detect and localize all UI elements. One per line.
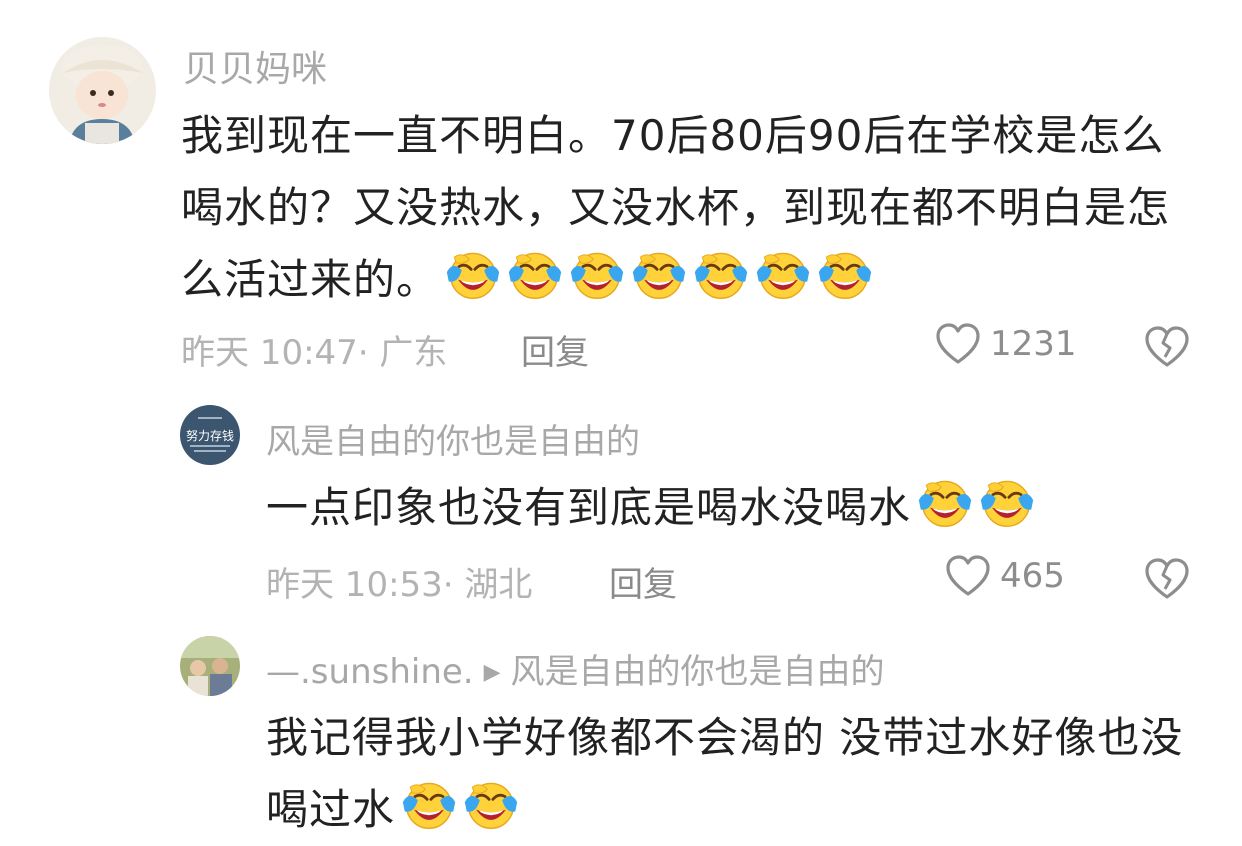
avatar[interactable] <box>49 37 156 144</box>
comment-text: 我记得我小学好像都不会渴的 没带过水好像也没喝过水 <box>266 702 1206 846</box>
reply-arrow-icon: ▶ <box>483 660 501 685</box>
username[interactable]: —.sunshine. <box>266 652 474 692</box>
username[interactable]: 风是自由的你也是自由的 <box>266 414 640 463</box>
username[interactable]: 贝贝妈咪 <box>183 40 327 92</box>
reply-button[interactable]: 回复 <box>521 325 589 374</box>
avatar[interactable]: 努力存钱 <box>180 405 240 465</box>
heart-icon <box>944 554 992 598</box>
username-line: —.sunshine. ▶ 风是自由的你也是自由的 <box>266 644 885 693</box>
laughing-crying-emoji-icon <box>631 246 687 302</box>
reply-to-username[interactable]: 风是自由的你也是自由的 <box>511 652 885 692</box>
laughing-crying-emoji-icon <box>817 246 873 302</box>
laughing-crying-emoji-icon <box>401 776 457 832</box>
like-button[interactable]: 1231 <box>934 322 1077 366</box>
comment-text: 一点印象也没有到底是喝水没喝水 <box>266 472 1196 544</box>
emoji-row <box>395 785 519 834</box>
laughing-crying-emoji-icon <box>755 246 811 302</box>
laughing-crying-emoji-icon <box>693 246 749 302</box>
like-button[interactable]: 465 <box>944 554 1065 598</box>
emoji-row <box>439 255 873 304</box>
laughing-crying-emoji-icon <box>917 474 973 530</box>
comment-time-location: 昨天 10:53· 湖北 <box>266 565 533 605</box>
laughing-crying-emoji-icon <box>979 474 1035 530</box>
broken-heart-icon <box>1143 325 1191 369</box>
like-count: 1231 <box>990 324 1077 364</box>
dislike-button[interactable] <box>1143 557 1191 605</box>
like-count: 465 <box>1000 556 1065 596</box>
laughing-crying-emoji-icon <box>569 246 625 302</box>
comment-text-content: 一点印象也没有到底是喝水没喝水 <box>266 483 912 532</box>
laughing-crying-emoji-icon <box>507 246 563 302</box>
laughing-crying-emoji-icon <box>445 246 501 302</box>
comment-text: 我到现在一直不明白。70后80后90后在学校是怎么喝水的？又没热水，又没水杯，到… <box>181 100 1191 316</box>
dislike-button[interactable] <box>1143 325 1191 373</box>
reply-button[interactable]: 回复 <box>609 557 677 606</box>
avatar-text: 努力存钱 <box>186 428 234 443</box>
laughing-crying-emoji-icon <box>463 776 519 832</box>
heart-icon <box>934 322 982 366</box>
avatar[interactable] <box>180 636 240 696</box>
comment-time-location: 昨天 10:47· 广东 <box>181 333 448 373</box>
broken-heart-icon <box>1143 557 1191 601</box>
emoji-row <box>911 483 1035 532</box>
